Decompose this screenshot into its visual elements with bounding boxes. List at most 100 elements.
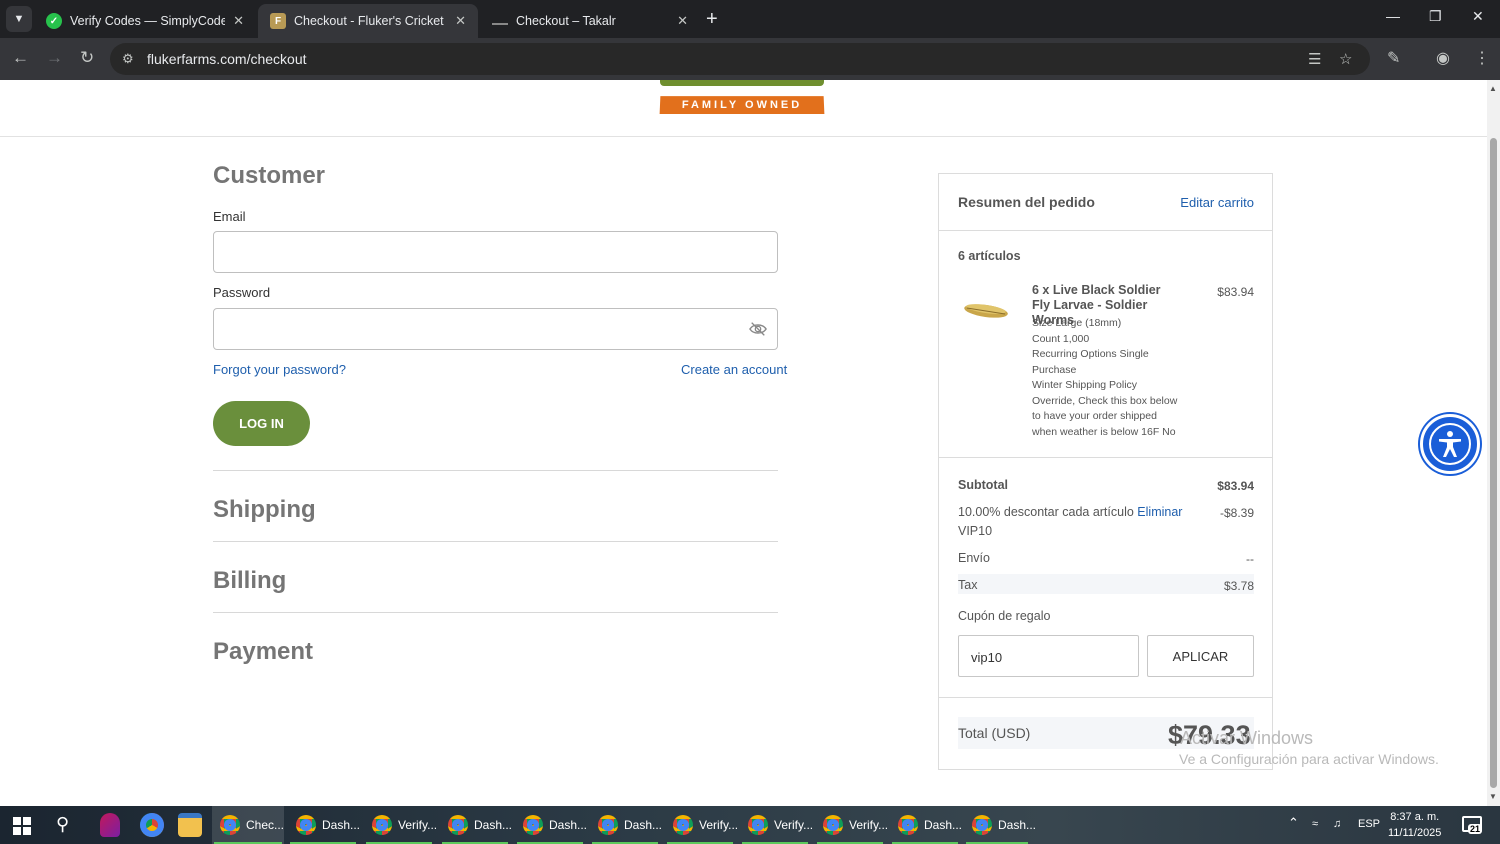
wifi-icon[interactable]: ≈ bbox=[1312, 818, 1318, 830]
scroll-down-icon[interactable]: ▼ bbox=[1489, 792, 1497, 801]
email-field[interactable] bbox=[213, 231, 778, 273]
password-field[interactable] bbox=[213, 308, 778, 350]
larvae-product-image bbox=[964, 304, 1008, 318]
option-recurring: Recurring Options Single Purchase bbox=[1032, 348, 1149, 376]
tray-chevron-icon[interactable]: ⌃ bbox=[1288, 815, 1299, 831]
email-label: Email bbox=[213, 209, 246, 224]
system-clock[interactable]: 8:37 a. m. 11/11/2025 bbox=[1388, 809, 1441, 841]
taskbar-item[interactable]: Dash... bbox=[440, 806, 512, 844]
hide-password-icon[interactable] bbox=[749, 321, 767, 337]
subtotal-label: Subtotal bbox=[958, 478, 1008, 492]
page-scrollbar[interactable]: ▲ ▼ bbox=[1487, 80, 1500, 806]
windows-taskbar: ⚲ Chec... Dash... Verify... Dash... Dash… bbox=[0, 806, 1500, 844]
file-explorer-icon[interactable] bbox=[178, 813, 202, 837]
taskbar-item[interactable]: Dash... bbox=[288, 806, 360, 844]
chrome-icon bbox=[898, 815, 918, 835]
pinned-app-icon[interactable] bbox=[100, 813, 120, 837]
discount-code: VIP10 bbox=[958, 524, 993, 538]
create-account-link[interactable]: Create an account bbox=[681, 362, 787, 377]
profile-icon[interactable]: ◉ bbox=[1436, 48, 1450, 68]
shipping-heading[interactable]: Shipping bbox=[213, 496, 316, 524]
shipping-value: -- bbox=[1246, 552, 1254, 566]
chrome-icon bbox=[448, 815, 468, 835]
subtotal-value: $83.94 bbox=[1217, 479, 1254, 493]
restore-icon[interactable]: ❐ bbox=[1429, 8, 1442, 25]
summary-divider bbox=[939, 457, 1272, 458]
taskbar-item[interactable]: Dash... bbox=[590, 806, 662, 844]
taskbar-item[interactable]: Dash... bbox=[964, 806, 1036, 844]
discount-value: -$8.39 bbox=[1219, 506, 1254, 520]
clock-time: 8:37 a. m. bbox=[1390, 811, 1440, 823]
coupon-input[interactable]: vip10 bbox=[958, 635, 1139, 677]
tab-takalr-checkout[interactable]: Checkout – Takalr ✕ bbox=[480, 4, 700, 38]
taskbar-item[interactable]: Verify... bbox=[665, 806, 738, 844]
taskbar-item[interactable]: Verify... bbox=[740, 806, 813, 844]
taskbar-item[interactable]: Dash... bbox=[515, 806, 587, 844]
gift-coupon-label: Cupón de regalo bbox=[958, 609, 1051, 623]
logo-tagline: FAMILY OWNED bbox=[659, 96, 825, 114]
flukers-logo[interactable]: FAMILY OWNED bbox=[657, 80, 827, 116]
logo-wordmark-edge bbox=[660, 80, 824, 86]
tab-simplycodes[interactable]: ✓ Verify Codes — SimplyCodes ✕ bbox=[34, 4, 256, 38]
tax-row-highlight bbox=[958, 574, 1254, 594]
language-indicator[interactable]: ESP bbox=[1358, 818, 1380, 830]
taskbar-item[interactable]: Verify... bbox=[815, 806, 888, 844]
url-text: flukerfarms.com/checkout bbox=[147, 51, 307, 67]
site-header: FAMILY OWNED bbox=[0, 80, 1487, 137]
tax-label: Tax bbox=[958, 578, 978, 592]
bookmark-star-icon[interactable]: ☆ bbox=[1339, 50, 1352, 68]
edit-cart-link[interactable]: Editar carrito bbox=[1180, 195, 1254, 210]
chrome-icon bbox=[523, 815, 543, 835]
flukers-favicon-icon: F bbox=[270, 13, 286, 29]
forgot-password-link[interactable]: Forgot your password? bbox=[213, 362, 346, 377]
discount-label: 10.00% descontar cada artículo bbox=[958, 505, 1134, 519]
summary-divider bbox=[939, 230, 1272, 231]
remove-discount-link[interactable]: Eliminar bbox=[1137, 505, 1182, 519]
simplycodes-favicon-icon: ✓ bbox=[46, 13, 62, 29]
close-tab-icon[interactable]: ✕ bbox=[455, 13, 466, 29]
forward-icon[interactable]: → bbox=[46, 48, 63, 68]
tab-search-button[interactable]: ▼ bbox=[6, 6, 32, 32]
taskbar-search-icon[interactable]: ⚲ bbox=[56, 814, 69, 835]
close-tab-icon[interactable]: ✕ bbox=[677, 13, 688, 29]
chrome-icon bbox=[673, 815, 693, 835]
chrome-icon bbox=[220, 815, 240, 835]
scroll-up-icon[interactable]: ▲ bbox=[1489, 84, 1497, 93]
new-tab-button[interactable]: + bbox=[706, 8, 718, 30]
shipping-label: Envío bbox=[958, 551, 990, 565]
volume-icon[interactable]: ♫ bbox=[1333, 818, 1341, 830]
tab-title: Checkout – Takalr bbox=[516, 14, 616, 28]
product-options: Size Large (18mm) Count 1,000 Recurring … bbox=[1032, 316, 1182, 440]
windows-start-icon[interactable] bbox=[13, 817, 31, 835]
payment-heading[interactable]: Payment bbox=[213, 638, 313, 666]
scrollbar-thumb[interactable] bbox=[1490, 138, 1497, 788]
accessibility-button[interactable] bbox=[1420, 414, 1480, 474]
taskbar-item[interactable]: Dash... bbox=[890, 806, 962, 844]
translate-icon[interactable]: ☰ bbox=[1308, 50, 1321, 68]
minimize-icon[interactable]: — bbox=[1386, 8, 1400, 24]
chrome-icon bbox=[748, 815, 768, 835]
back-icon[interactable]: ← bbox=[12, 48, 29, 68]
option-count: Count 1,000 bbox=[1032, 332, 1090, 345]
takalr-favicon-icon bbox=[492, 17, 508, 25]
billing-heading[interactable]: Billing bbox=[213, 567, 286, 595]
extensions-icon[interactable]: ✎ bbox=[1387, 48, 1400, 68]
notification-count-badge: 21 bbox=[1468, 824, 1483, 834]
close-tab-icon[interactable]: ✕ bbox=[233, 13, 244, 29]
taskbar-item[interactable]: Verify... bbox=[364, 806, 437, 844]
section-divider bbox=[213, 541, 778, 542]
customer-heading: Customer bbox=[213, 162, 326, 189]
browser-menu-icon[interactable]: ⋮ bbox=[1474, 48, 1490, 68]
apply-coupon-button[interactable]: APLICAR bbox=[1147, 635, 1254, 677]
tab-flukers-checkout[interactable]: F Checkout - Fluker's Cricket Farm ✕ bbox=[258, 4, 478, 38]
taskbar-item[interactable]: Chec... bbox=[212, 806, 284, 844]
order-summary: Resumen del pedido Editar carrito 6 artí… bbox=[938, 173, 1273, 770]
site-info-icon[interactable]: ⚙ bbox=[122, 51, 134, 67]
chrome-pinned-icon[interactable] bbox=[140, 813, 164, 837]
address-bar[interactable]: ⚙ flukerfarms.com/checkout ☰ ☆ bbox=[110, 43, 1370, 75]
close-window-icon[interactable]: ✕ bbox=[1472, 8, 1484, 25]
login-button[interactable]: LOG IN bbox=[213, 401, 310, 446]
windows-activation-hint: Ve a Configuración para activar Windows. bbox=[1179, 751, 1439, 767]
chrome-icon bbox=[972, 815, 992, 835]
reload-icon[interactable]: ↻ bbox=[80, 48, 94, 68]
